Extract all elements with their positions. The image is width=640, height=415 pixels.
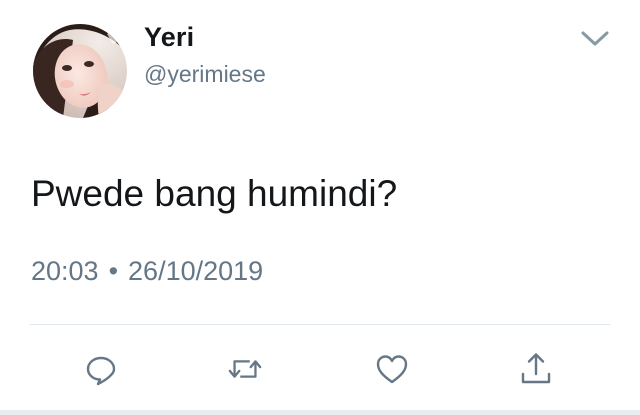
tweet-card: Yeri @yerimiese Pwede bang humindi? 20:0… [0,0,640,415]
display-name[interactable]: Yeri [144,22,194,53]
bottom-border [0,410,640,415]
username-handle[interactable]: @yerimiese [144,61,266,88]
heart-icon[interactable] [373,350,411,388]
reply-icon[interactable] [82,350,120,388]
tweet-timestamp[interactable]: 20:03 • 26/10/2019 [31,256,263,287]
tweet-date: 26/10/2019 [128,256,264,286]
timestamp-separator: • [108,256,119,286]
tweet-time: 20:03 [31,256,99,286]
tweet-text: Pwede bang humindi? [31,173,398,214]
avatar-image [33,24,127,118]
chevron-down-icon[interactable] [578,28,612,50]
divider [30,324,610,325]
avatar[interactable] [33,24,127,118]
share-icon[interactable] [517,350,555,388]
retweet-icon[interactable] [226,350,264,388]
